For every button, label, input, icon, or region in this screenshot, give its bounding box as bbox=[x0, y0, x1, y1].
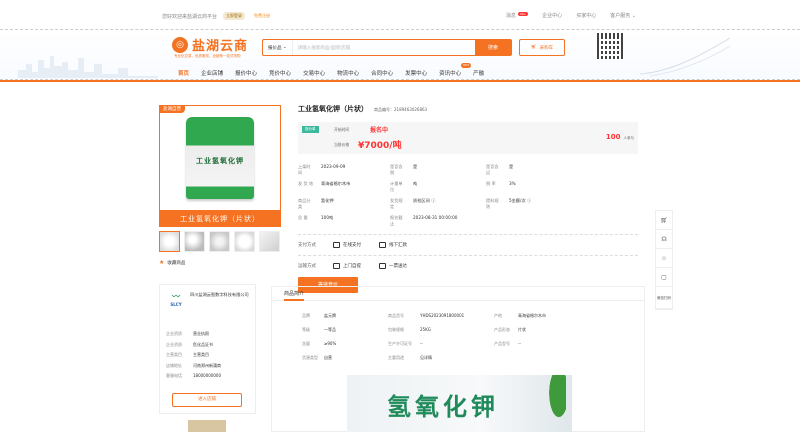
intro-spec-grid: 品牌 盐元牌 商品货号 YHDS2023091800001 产地 青海省格尔木市 等级 一等… bbox=[302, 313, 546, 360]
direct-delivery-option[interactable]: 一票送达 bbox=[379, 263, 407, 269]
star-icon[interactable]: ☆ bbox=[656, 249, 672, 268]
enter-shop-button[interactable]: 进入店铺 bbox=[172, 393, 242, 407]
leaf-icon bbox=[542, 375, 566, 432]
top-bar: 您好欢迎来盐湖云商平台 立即登录 免费注册 消息 99+ 企业中心 买家中心 客户… bbox=[0, 0, 800, 30]
bank-icon bbox=[379, 242, 386, 248]
welcome-text: 您好欢迎来盐湖云商平台 bbox=[162, 13, 218, 20]
decorative-curve bbox=[640, 37, 730, 77]
product-banner-image: 氢氧化钾 bbox=[347, 375, 572, 432]
product-info: 工业氢氧化钾（片状） 商品编号：2189463026863 报价单 开始时间 报名… bbox=[298, 104, 638, 293]
nav-item-news[interactable]: 资讯中心 HOT bbox=[433, 63, 472, 80]
nav-item-finance[interactable]: 产融 bbox=[467, 68, 490, 80]
search-button[interactable]: 搜索 bbox=[475, 40, 511, 55]
status-badge: 报价单 bbox=[302, 126, 319, 133]
product-intro: 商品简介 品牌 盐元牌 商品货号 YHDS2023091800001 产地 青海省格尔木市… bbox=[271, 286, 645, 432]
customer-service-link[interactable]: 客户服务 ⌄ bbox=[610, 12, 636, 19]
message-link[interactable]: 消息 99+ bbox=[506, 12, 529, 19]
headset-icon[interactable]: ☊ bbox=[656, 230, 672, 249]
nav-item-contracts[interactable]: 合同中心 bbox=[365, 68, 399, 80]
qr-code-image bbox=[597, 33, 623, 59]
product-title: 工业氢氧化钾（片状） 商品编号：2189463026863 bbox=[298, 105, 428, 113]
nav-underline bbox=[0, 80, 800, 82]
enterprise-center-link[interactable]: 企业中心 bbox=[542, 12, 562, 19]
site-logo[interactable]: ◎ 盐湖云商 专业化交易，优质服务，全链条一站式采购 bbox=[172, 35, 249, 58]
shop-logo-arcs-icon: 〰 bbox=[172, 292, 180, 301]
buyer-center-link[interactable]: 买家中心 bbox=[576, 12, 596, 19]
truck-icon bbox=[333, 263, 340, 269]
favorite-button[interactable]: ★ 收藏商品 bbox=[159, 259, 281, 266]
nav-item-logistics[interactable]: 物流中心 bbox=[331, 68, 365, 80]
cart-icon: 🛒︎ bbox=[530, 45, 537, 50]
search-input[interactable]: 请输入搜索商品/品牌/店铺 bbox=[293, 45, 475, 51]
payment-methods: 支付方式 在线支付 线下汇款 bbox=[298, 242, 407, 248]
shop-name: 四川盐湖云智数字科技有限公司 bbox=[190, 292, 249, 297]
logo-mark-icon: ◎ bbox=[172, 36, 188, 53]
shop-product-thumbnail[interactable] bbox=[188, 420, 226, 432]
nav-item-shops[interactable]: 企业店铺 bbox=[195, 68, 229, 80]
self-pickup-option[interactable]: 上门自提 bbox=[333, 263, 361, 269]
product-gallery: 盐湖自营 工业氢氧化钾 工业氢氧化钾（片状） ★ 收藏商品 bbox=[159, 105, 281, 266]
self-operated-tag: 盐湖自营 bbox=[159, 105, 185, 113]
search-box: 报价品 ⌄ 请输入搜索商品/品牌/店铺 搜索 bbox=[262, 39, 512, 56]
participant-count: 100 人参与 bbox=[605, 133, 634, 141]
thumbnail[interactable] bbox=[209, 231, 230, 252]
offline-transfer-option[interactable]: 线下汇款 bbox=[379, 242, 407, 248]
chat-icon[interactable]: ▢ bbox=[656, 268, 672, 287]
nav-item-invoices[interactable]: 发票中心 bbox=[399, 68, 433, 80]
register-status: 报名中 bbox=[370, 127, 389, 134]
shop-details: 企业资质 营业执照 企业资质 危化品证书 主营类目 主营类目 店铺地址 河南郑州新蒲商 … bbox=[166, 331, 221, 378]
wechat-qr-button[interactable]: 微信扫码 bbox=[656, 287, 672, 309]
attribute-grid: 上架时间 2023-09-09 是否含税是是否含运是 发 货 地青海省格尔木市 计量单… bbox=[298, 164, 532, 226]
card-icon bbox=[333, 242, 340, 248]
divider bbox=[298, 255, 638, 256]
shop-logo: 〰 SLCY bbox=[166, 291, 186, 307]
thumbnail[interactable] bbox=[234, 231, 255, 252]
nav-item-trade-center[interactable]: 交易中心 bbox=[297, 68, 331, 80]
nav-item-bid-center[interactable]: 竞价中心 bbox=[263, 68, 297, 80]
nav-item-quote-center[interactable]: 报价中心 bbox=[229, 68, 263, 80]
shop-card: 〰 SLCY 四川盐湖云智数字科技有限公司 企业资质 营业执照 企业资质 危化品证书… bbox=[159, 284, 256, 414]
open-time-label: 开始时间 bbox=[334, 127, 350, 132]
login-link[interactable]: 立即登录 bbox=[223, 12, 246, 20]
logo-slogan: 专业化交易，优质服务，全链条一站式采购 bbox=[174, 54, 241, 58]
tab-product-intro[interactable]: 商品简介 bbox=[284, 287, 305, 301]
message-badge: 99+ bbox=[517, 12, 529, 16]
current-price-label: 当前价格 bbox=[334, 142, 350, 147]
online-pay-option[interactable]: 在线支付 bbox=[333, 242, 361, 248]
search-category-select[interactable]: 报价品 ⌄ bbox=[263, 40, 293, 55]
product-bag-image: 工业氢氧化钾 bbox=[186, 117, 254, 199]
thumbnail[interactable] bbox=[184, 231, 205, 252]
city-skyline-decoration bbox=[18, 56, 158, 78]
product-image-caption: 工业氢氧化钾（片状） bbox=[159, 211, 281, 227]
banner-text: 氢氧化钾 bbox=[387, 392, 499, 421]
cart-icon[interactable]: 🛒︎ bbox=[656, 211, 672, 230]
price-box: 报价单 开始时间 报名中 当前价格 ¥7000/吨 100 人参与 bbox=[298, 122, 638, 154]
divider bbox=[298, 234, 638, 235]
delivery-icon bbox=[379, 263, 386, 269]
logistics-methods: 运输方式 上门自提 一票送达 bbox=[298, 263, 407, 269]
product-main-image[interactable]: 工业氢氧化钾 bbox=[159, 105, 281, 211]
thumbnail[interactable] bbox=[259, 231, 280, 252]
main-nav: 首页 企业店铺 报价中心 竞价中心 交易中心 物流中心 合同中心 发票中心 资讯… bbox=[172, 63, 490, 80]
current-price: ¥7000/吨 bbox=[358, 141, 402, 151]
register-link[interactable]: 免费注册 bbox=[251, 12, 273, 20]
logo-name: 盐湖云商 bbox=[192, 39, 249, 54]
thumbnail[interactable] bbox=[159, 231, 180, 252]
side-toolbar: 🛒︎ ☊ ☆ ▢ 微信扫码 bbox=[655, 210, 673, 310]
star-icon: ★ bbox=[159, 259, 165, 266]
thumbnail-list bbox=[159, 231, 281, 252]
cart-button[interactable]: 🛒︎ 采购车 bbox=[519, 39, 565, 56]
nav-item-home[interactable]: 首页 bbox=[172, 68, 195, 80]
